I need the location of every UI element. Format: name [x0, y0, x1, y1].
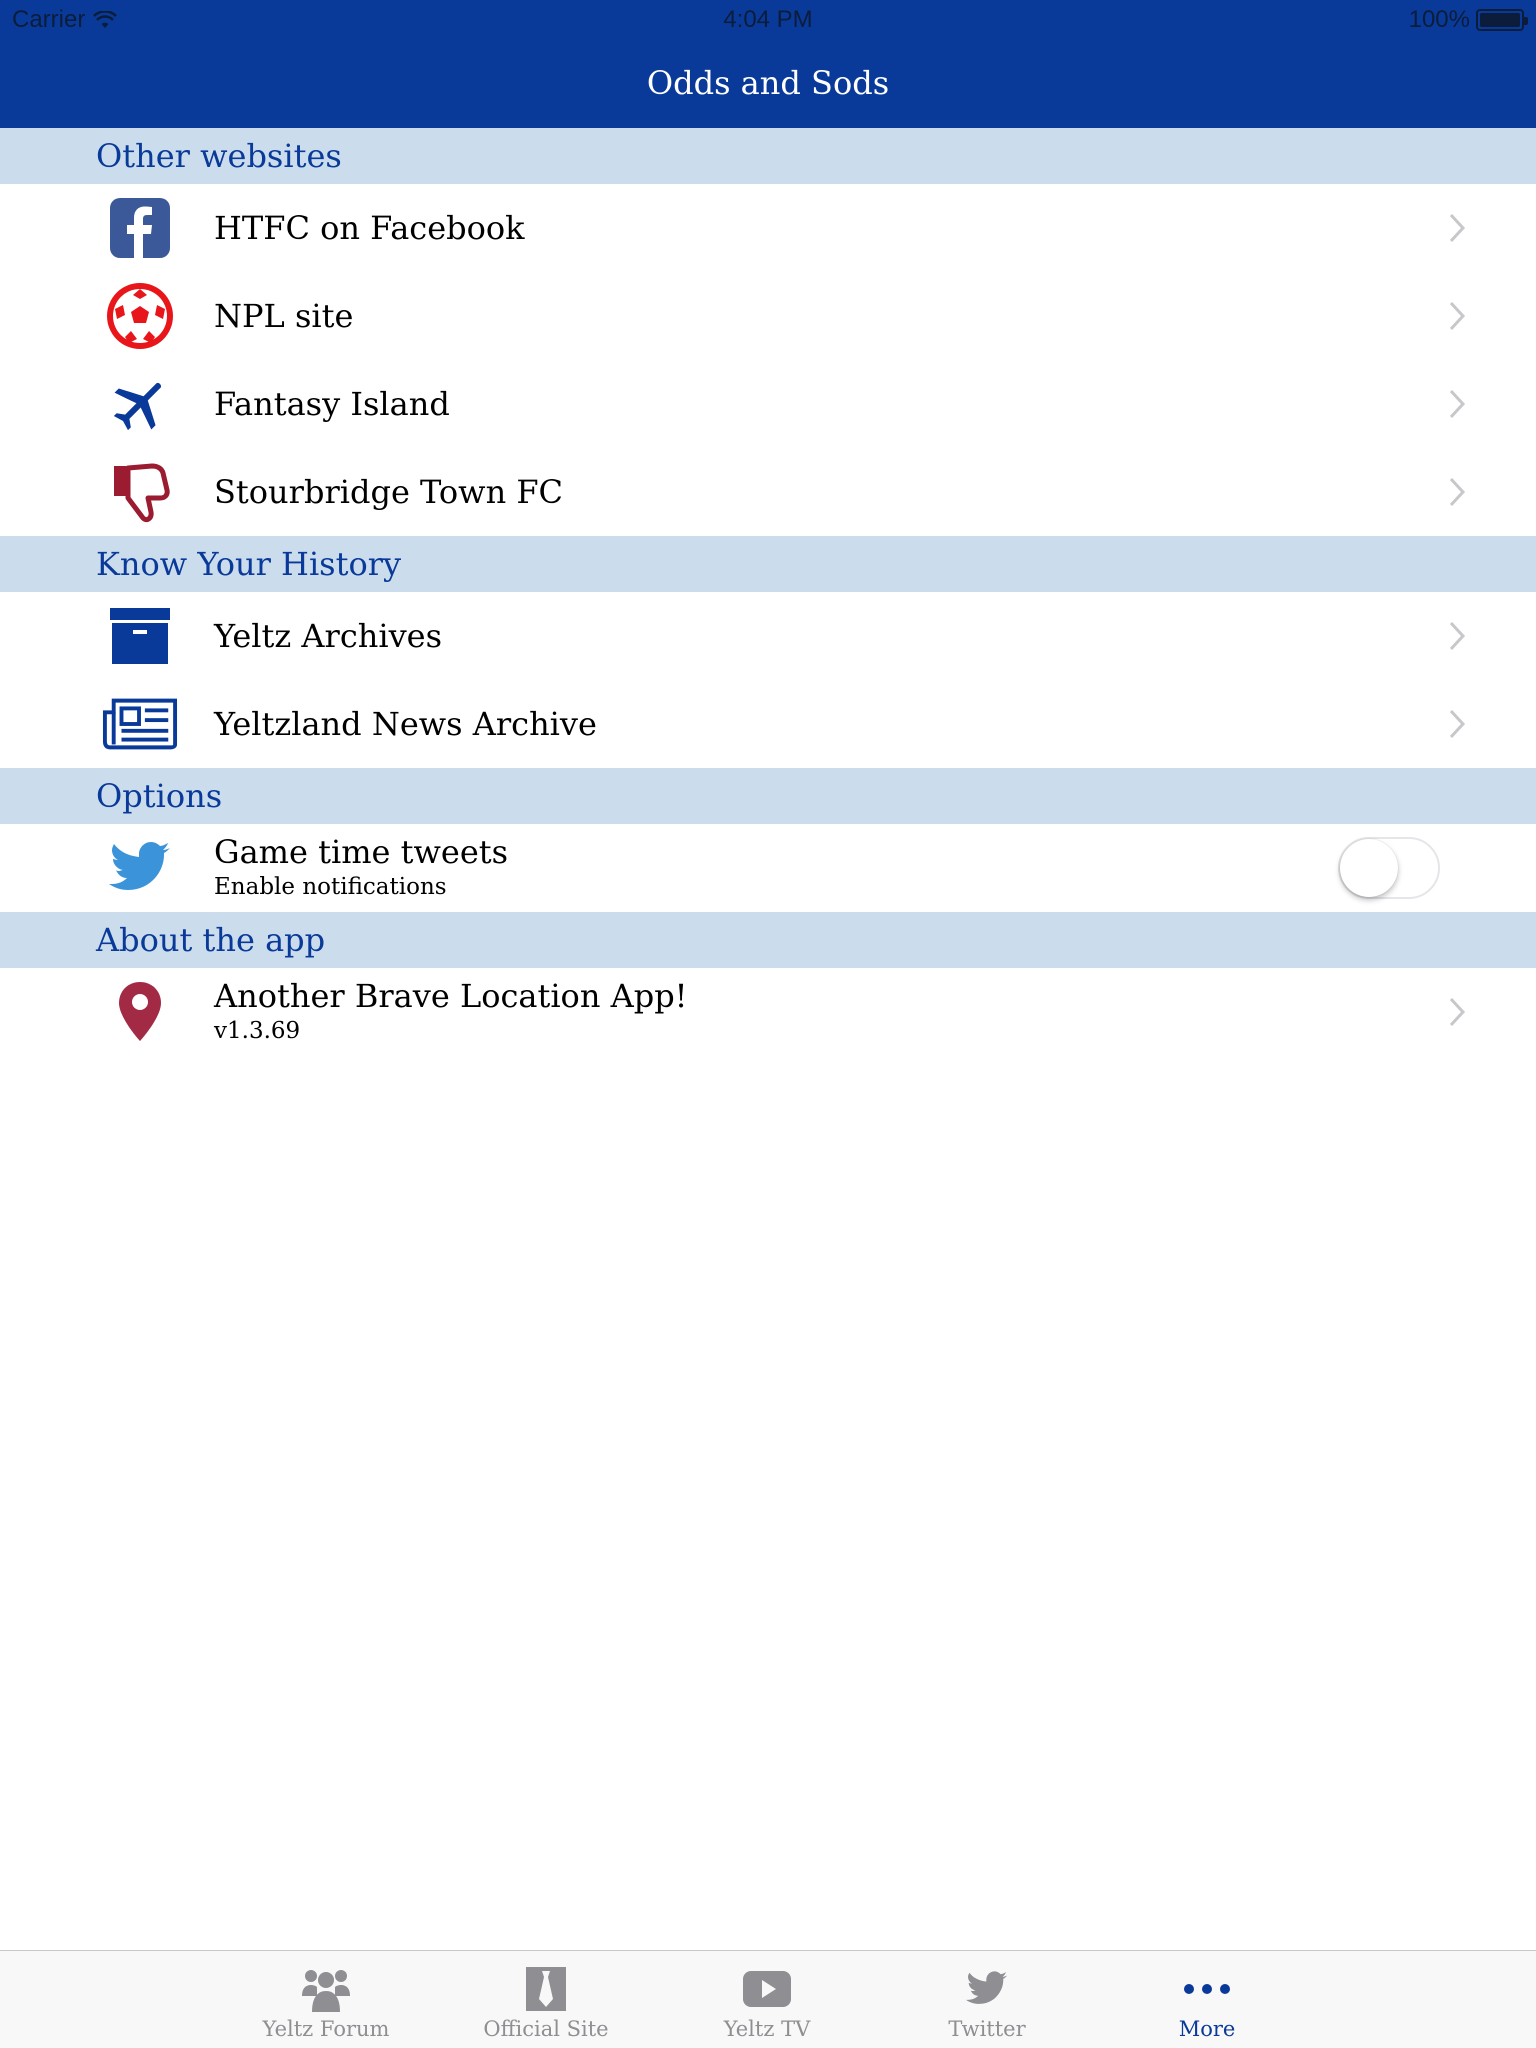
list-item-label: Game time tweets — [214, 833, 509, 871]
archive-box-icon — [102, 598, 178, 674]
tie-icon — [520, 1965, 572, 2013]
list-item-text: Another Brave Location App! v1.3.69 — [214, 976, 688, 1046]
list-item-label: NPL site — [214, 297, 354, 335]
list-item-stourbridge[interactable]: Stourbridge Town FC — [0, 448, 1536, 536]
newspaper-icon — [102, 686, 178, 762]
tab-label: More — [1178, 2017, 1236, 2041]
football-icon — [102, 278, 178, 354]
chevron-right-icon — [1449, 301, 1466, 331]
location-pin-icon — [102, 974, 178, 1050]
status-time: 4:04 PM — [723, 6, 813, 33]
chevron-right-icon — [1449, 709, 1466, 739]
list-item-game-time-tweets: Game time tweets Enable notifications — [0, 824, 1536, 912]
list-item-npl-site[interactable]: NPL site — [0, 272, 1536, 360]
twitter-bird-icon — [961, 1965, 1013, 2013]
battery-percent: 100% — [1408, 6, 1470, 33]
status-bar: Carrier 4:04 PM 100% — [0, 0, 1536, 40]
list-item-text: Game time tweets Enable notifications — [214, 832, 508, 902]
tab-bar: Yeltz Forum Official Site Yeltz TV Twitt… — [0, 1950, 1536, 2048]
list-item-label: HTFC on Facebook — [214, 209, 525, 247]
battery-icon — [1476, 9, 1528, 31]
version-label: v1.3.69 — [214, 1018, 301, 1044]
game-time-tweets-toggle[interactable] — [1338, 837, 1440, 899]
battery-indicator: 100% — [1408, 6, 1528, 34]
tab-yeltz-tv[interactable]: Yeltz TV — [667, 1951, 867, 2048]
more-dots-icon — [1181, 1965, 1233, 2013]
list-item-label: Stourbridge Town FC — [214, 473, 564, 511]
list-item-label: Another Brave Location App! — [214, 977, 688, 1015]
tab-yeltz-forum[interactable]: Yeltz Forum — [226, 1951, 426, 2048]
tab-more[interactable]: More — [1107, 1951, 1307, 2048]
chevron-right-icon — [1449, 621, 1466, 651]
list-item-yeltz-archives[interactable]: Yeltz Archives — [0, 592, 1536, 680]
list-item-label: Yeltzland News Archive — [214, 705, 597, 743]
section-header-about-the-app: About the app — [0, 912, 1536, 968]
chevron-right-icon — [1449, 997, 1466, 1027]
tab-official-site[interactable]: Official Site — [446, 1951, 646, 2048]
page-title: Odds and Sods — [646, 64, 890, 102]
settings-list: Other websites HTFC on Facebook NPL site… — [0, 128, 1536, 1056]
section-header-other-websites: Other websites — [0, 128, 1536, 184]
twitter-bird-icon — [102, 830, 178, 906]
group-icon — [300, 1965, 352, 2013]
list-item-about-app[interactable]: Another Brave Location App! v1.3.69 — [0, 968, 1536, 1056]
navigation-bar: Carrier 4:04 PM 100% Odds and Sods — [0, 0, 1536, 128]
list-item-fantasy-island[interactable]: Fantasy Island — [0, 360, 1536, 448]
tab-label: Yeltz TV — [723, 2017, 811, 2041]
tab-label: Official Site — [483, 2017, 609, 2041]
section-header-options: Options — [0, 768, 1536, 824]
chevron-right-icon — [1449, 477, 1466, 507]
tab-label: Yeltz Forum — [262, 2017, 390, 2041]
list-item-label: Yeltz Archives — [214, 617, 443, 655]
thumbs-down-icon — [102, 454, 178, 530]
toggle-knob — [1340, 839, 1398, 897]
airplane-icon — [102, 366, 178, 442]
chevron-right-icon — [1449, 213, 1466, 243]
facebook-icon — [102, 190, 178, 266]
tab-twitter[interactable]: Twitter — [887, 1951, 1087, 2048]
video-play-icon — [741, 1965, 793, 2013]
section-header-know-your-history: Know Your History — [0, 536, 1536, 592]
tab-label: Twitter — [948, 2017, 1026, 2041]
list-item-news-archive[interactable]: Yeltzland News Archive — [0, 680, 1536, 768]
list-item-label: Fantasy Island — [214, 385, 450, 423]
list-item-sublabel: Enable notifications — [214, 874, 447, 900]
chevron-right-icon — [1449, 389, 1466, 419]
list-item-facebook[interactable]: HTFC on Facebook — [0, 184, 1536, 272]
